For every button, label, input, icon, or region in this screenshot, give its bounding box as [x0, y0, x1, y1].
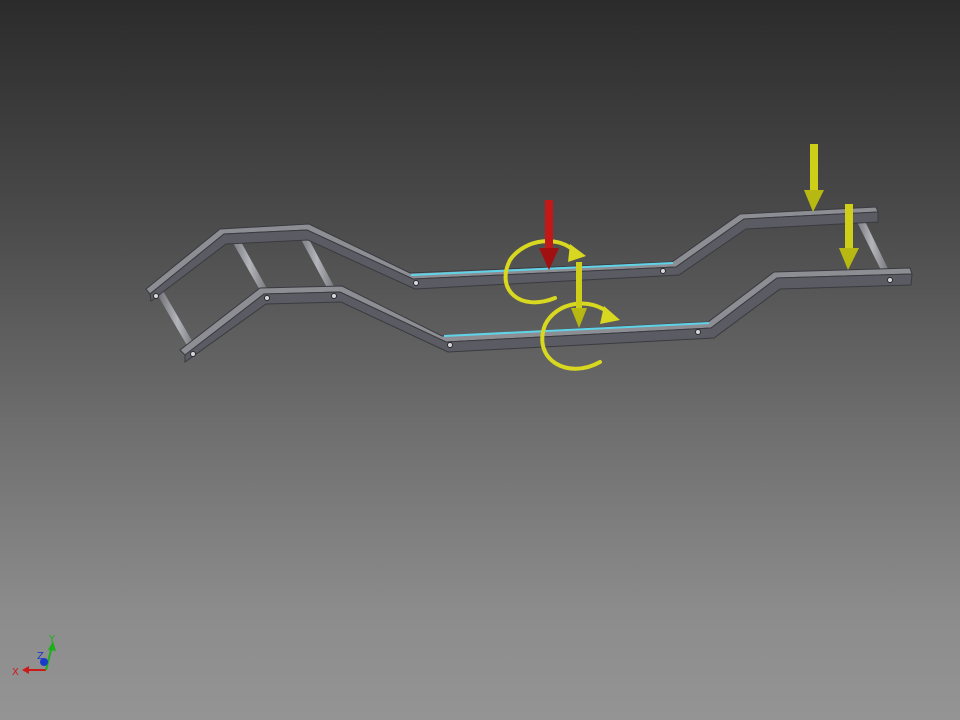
force-shaft-red[interactable]: [545, 200, 553, 250]
hole: [695, 329, 701, 335]
hole: [190, 351, 196, 357]
hole: [153, 293, 159, 299]
axis-x-arrow: [22, 666, 29, 674]
moment-arrowhead-back: [568, 244, 586, 262]
graphics-viewport[interactable]: X Y Z: [0, 0, 960, 720]
force-head-yellow-rear-2: [839, 248, 859, 270]
force-shaft-yellow-rear-1[interactable]: [810, 144, 818, 192]
force-shaft-yellow-center[interactable]: [576, 262, 582, 310]
model-scene[interactable]: [0, 0, 960, 720]
force-head-yellow-center: [571, 308, 587, 328]
hole: [447, 342, 453, 348]
hole: [331, 293, 337, 299]
axis-x-label: X: [12, 667, 19, 678]
force-shaft-yellow-rear-2[interactable]: [845, 204, 853, 250]
force-loads[interactable]: [539, 144, 859, 328]
moment-loads[interactable]: [503, 239, 620, 371]
hole: [264, 295, 270, 301]
hole: [413, 280, 419, 286]
hole: [887, 277, 893, 283]
force-head-yellow-rear-1: [804, 190, 824, 212]
axis-y-label: Y: [48, 634, 56, 645]
hole: [660, 268, 666, 274]
view-triad[interactable]: X Y Z: [8, 630, 68, 690]
axis-z-label: Z: [37, 651, 44, 662]
